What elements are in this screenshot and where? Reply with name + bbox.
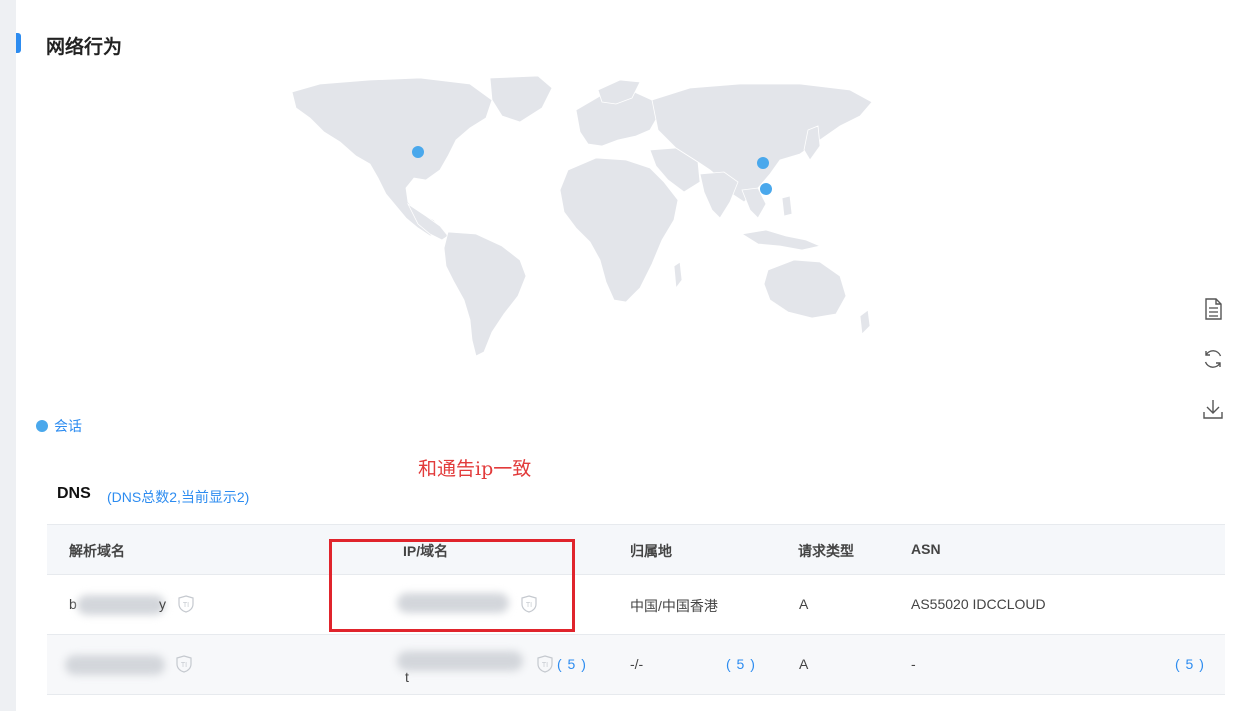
location-cell: 中国/中国香港	[630, 598, 718, 614]
domain-prefix: b	[69, 596, 77, 612]
africa-shape	[559, 157, 679, 303]
india-shape	[699, 171, 739, 219]
table-row: TI t TI ( 5 ) -/- ( 5 ) A - ( 5 )	[47, 635, 1225, 695]
world-map-svg	[291, 75, 873, 357]
map-toolbox	[1200, 296, 1226, 446]
philippines-shape	[781, 195, 793, 217]
highlight-box	[329, 539, 575, 632]
svg-text:TI: TI	[183, 602, 189, 609]
request-type-cell: A	[799, 596, 809, 612]
threat-intel-icon[interactable]: TI	[178, 595, 194, 613]
redacted-domain	[65, 655, 165, 675]
location-cell: -/-	[630, 656, 644, 672]
column-header-request-type: 请求类型	[798, 543, 854, 559]
new-zealand-shape	[859, 309, 871, 335]
asn-cell: -	[911, 656, 916, 672]
redacted-ip	[397, 651, 523, 671]
domain-suffix: y	[159, 596, 166, 612]
asn-count-link[interactable]: ( 5 )	[1175, 656, 1205, 672]
legend-marker	[36, 420, 48, 432]
australia-shape	[763, 259, 847, 319]
table-header: 解析域名 IP/域名 归属地 请求类型 ASN	[47, 525, 1225, 575]
column-header-location: 归属地	[630, 543, 672, 559]
svg-text:TI: TI	[181, 662, 187, 669]
restore-button[interactable]	[1200, 346, 1226, 372]
indonesia-shape	[740, 229, 822, 251]
save-image-button[interactable]	[1200, 396, 1226, 422]
madagascar-shape	[673, 261, 683, 290]
annotation-text: 和通告ip一致	[418, 458, 532, 480]
south-america-shape	[443, 231, 527, 357]
refresh-icon	[1204, 350, 1222, 368]
legend-label: 会话	[54, 418, 82, 434]
threat-intel-icon[interactable]: TI	[176, 655, 192, 673]
greenland-shape	[489, 75, 553, 123]
ip-line2: t	[405, 669, 409, 685]
column-header-domain: 解析域名	[69, 543, 125, 559]
dns-title: DNS	[57, 485, 91, 502]
map-marker-usa[interactable]	[412, 146, 424, 158]
north-america-shape	[291, 77, 493, 237]
dns-table: 解析域名 IP/域名 归属地 请求类型 ASN b y TI TI 中国/中国香…	[47, 524, 1225, 695]
map-marker-china-south[interactable]	[760, 183, 772, 195]
continents	[291, 75, 873, 357]
section-title: 网络行为	[46, 37, 123, 58]
map-legend[interactable]: 会话	[36, 416, 82, 436]
ip-count-link[interactable]: ( 5 )	[557, 656, 587, 672]
table-row: b y TI TI 中国/中国香港 A AS55020 IDCCLOUD	[47, 575, 1225, 635]
redacted-domain	[77, 595, 165, 615]
left-gutter	[0, 0, 16, 711]
map-marker-china-north[interactable]	[757, 157, 769, 169]
asn-cell: AS55020 IDCCLOUD	[911, 596, 1046, 612]
section-accent-bar	[16, 33, 21, 53]
dns-summary: (DNS总数2,当前显示2)	[107, 489, 250, 505]
document-icon	[1205, 298, 1222, 320]
download-icon	[1203, 400, 1223, 419]
location-count-link[interactable]: ( 5 )	[726, 656, 756, 672]
column-header-asn: ASN	[911, 541, 941, 557]
threat-intel-icon[interactable]: TI	[537, 655, 553, 673]
data-view-button[interactable]	[1200, 296, 1226, 322]
request-type-cell: A	[799, 656, 809, 672]
svg-text:TI: TI	[542, 662, 548, 669]
world-map[interactable]	[280, 70, 880, 360]
